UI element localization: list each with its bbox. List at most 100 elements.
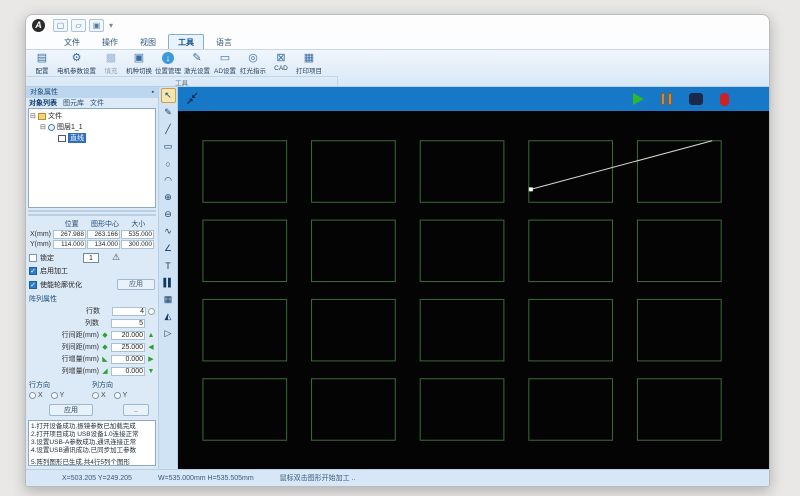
ribbon-button-6[interactable]: ✎激光设置 [184, 52, 210, 75]
position-value-2-3[interactable]: 300.000 [121, 240, 154, 249]
pin-icon[interactable]: ▪ [152, 89, 154, 96]
position-value-1-3[interactable]: 535.000 [121, 230, 154, 239]
bitmap-tool[interactable]: ▦ [161, 292, 176, 307]
position-value-2-2[interactable]: 134.000 [87, 240, 120, 249]
array-more-button[interactable]: .. [123, 404, 149, 416]
menu-tab-5[interactable]: 语言 [206, 34, 242, 49]
app-window: A ▢▱▣ ▾ 文件操作视图工具语言 ▤配置⚙电机参数设置▩填充▣机种切换↓位置… [25, 14, 770, 487]
spin-left-icon[interactable]: ◣ [101, 355, 109, 363]
array-field-input[interactable]: 0.000 [111, 355, 145, 364]
array-field-4: 列间距(mm)◆25.000◀ [29, 342, 155, 352]
panel-tab-2[interactable]: 图元库 [63, 98, 84, 108]
spin-right-icon[interactable]: ▶ [147, 355, 155, 363]
tree-expand-icon[interactable]: ⊟ [30, 112, 38, 120]
ribbon-button-label: 电机参数设置 [57, 65, 96, 75]
menu-tab-4[interactable]: 工具 [168, 34, 204, 49]
arc-tool[interactable]: ◠ [161, 173, 176, 188]
ribbon-button-5[interactable]: ↓位置管理 [155, 52, 181, 75]
panel-tab-3[interactable]: 文件 [90, 98, 104, 108]
menu-tab-2[interactable]: 操作 [92, 34, 128, 49]
rectangle-tool-glyph: ▭ [164, 141, 173, 152]
tree-item-3[interactable]: 直线 [30, 133, 154, 144]
position-value-1-1[interactable]: 267.988 [53, 230, 86, 239]
lock-checkbox[interactable] [29, 254, 37, 262]
fit-view-icon[interactable]: ↙↗ [186, 92, 200, 106]
text-tool[interactable]: T [161, 258, 176, 273]
array-field-input[interactable]: 5 [111, 319, 145, 328]
spin-right-icon[interactable]: ▲ [147, 332, 155, 339]
ribbon-button-3[interactable]: ▩填充 [99, 52, 123, 75]
tree-item-label: 图层1_1 [57, 122, 83, 132]
drawing-canvas[interactable] [178, 111, 769, 469]
lock-label: 锁定 [40, 253, 54, 263]
circle-minus-tool[interactable]: ⊖ [161, 207, 176, 222]
new-file-icon[interactable]: ▢ [53, 19, 68, 32]
array-apply-button[interactable]: 应用 [49, 404, 93, 416]
line-start-handle[interactable] [529, 187, 533, 191]
row-direction-option-X[interactable]: X [29, 392, 43, 399]
emergency-button[interactable] [720, 93, 729, 106]
radio-circle-icon [29, 392, 36, 399]
col-direction-option-X[interactable]: X [92, 392, 106, 399]
array-field-input[interactable]: 0.000 [111, 367, 145, 376]
menu-tab-3[interactable]: 视图 [130, 34, 166, 49]
ribbon-button-4[interactable]: ▣机种切换 [126, 52, 152, 75]
spline-tool[interactable]: ∿ [161, 224, 176, 239]
ribbon-button-1[interactable]: ▤配置 [30, 52, 54, 75]
optimize-label: 使能轮廓优化 [40, 280, 82, 290]
ribbon-button-9[interactable]: ⊠CAD [269, 52, 293, 72]
rectangle-tool[interactable]: ▭ [161, 139, 176, 154]
spin-right-icon[interactable]: ◀ [147, 343, 155, 351]
panel-splitter[interactable] [28, 210, 156, 217]
enable-process-checkbox[interactable]: ✓ [29, 267, 37, 275]
stop-button[interactable] [689, 93, 703, 105]
status-size: W=535.000mm H=535.505mm [158, 475, 254, 482]
node-edit-tool[interactable]: ✎ [161, 105, 176, 120]
tree-item-2[interactable]: ⊟ 图层1_1 [30, 122, 154, 133]
ellipse-tool-glyph: ○ [165, 159, 170, 169]
tree-item-1[interactable]: ⊟ 文件 [30, 111, 154, 122]
circle-plus-tool[interactable]: ⊕ [161, 190, 176, 205]
position-value-1-2[interactable]: 263.166 [87, 230, 120, 239]
position-headers: 位置图形中心大小 [55, 219, 155, 229]
bitmap-tool-glyph: ▦ [164, 294, 173, 305]
array-field-5: 行增量(mm)◣0.000▶ [29, 354, 155, 364]
spin-left-icon[interactable]: ◆ [101, 343, 109, 351]
select-tool[interactable]: ↖ [161, 88, 176, 103]
polyline-tool[interactable]: ∠ [161, 241, 176, 256]
ribbon-button-label: 机种切换 [126, 65, 152, 75]
panel-tab-1[interactable]: 对象列表 [29, 98, 57, 108]
pen-number-input[interactable]: 1 [83, 253, 99, 263]
ribbon-button-label: 位置管理 [155, 65, 181, 75]
ribbon-button-10[interactable]: ▦打印项目 [296, 52, 322, 75]
tree-expand-icon[interactable]: ⊟ [40, 123, 48, 131]
ribbon-button-2[interactable]: ⚙电机参数设置 [57, 52, 96, 75]
array-field-input[interactable]: 25.000 [111, 343, 145, 352]
spin-left-icon[interactable]: ◢ [101, 367, 109, 375]
ribbon-button-7[interactable]: ▭AD设置 [213, 52, 237, 75]
optimize-checkbox[interactable]: ✓ [29, 281, 37, 289]
start-button[interactable] [633, 93, 644, 105]
tree-item-label: 文件 [48, 111, 62, 121]
array-field-input[interactable]: 4 [112, 307, 146, 316]
select-tool-glyph: ↖ [164, 90, 172, 101]
ellipse-tool[interactable]: ○ [161, 156, 176, 171]
save-file-icon[interactable]: ▣ [89, 19, 104, 32]
simulate-tool[interactable]: ▷ [161, 326, 176, 341]
pause-button[interactable] [661, 93, 672, 105]
ribbon-button-8[interactable]: ◎红光指示 [240, 52, 266, 75]
line-tool[interactable]: ╱ [161, 122, 176, 137]
quick-access-caret-icon[interactable]: ▾ [109, 21, 113, 30]
ribbon-button-label: 打印项目 [296, 65, 322, 75]
open-file-icon[interactable]: ▱ [71, 19, 86, 32]
spin-right-icon[interactable]: ▼ [147, 368, 155, 375]
import-tool[interactable]: ◭ [161, 309, 176, 324]
array-field-input[interactable]: 20.000 [111, 331, 145, 340]
position-value-2-1[interactable]: 114.000 [53, 240, 86, 249]
row-direction-option-Y[interactable]: Y [51, 392, 65, 399]
menu-tab-1[interactable]: 文件 [54, 34, 90, 49]
apply-button-small[interactable]: 应用 [117, 279, 155, 290]
col-direction-option-Y[interactable]: Y [114, 392, 128, 399]
barcode-tool[interactable]: ▌▌ [161, 275, 176, 290]
spin-left-icon[interactable]: ◆ [101, 331, 109, 339]
